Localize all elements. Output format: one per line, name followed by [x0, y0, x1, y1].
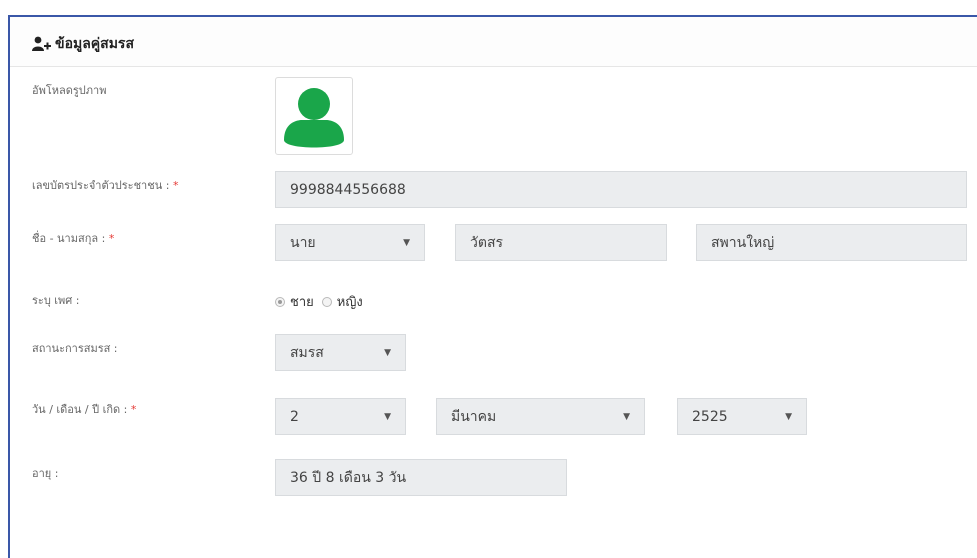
citizen-id-input[interactable]: 9998844556688: [275, 171, 967, 208]
name-label: ชื่อ - นามสกุล : *: [32, 229, 114, 247]
gender-radio-group: ชาย หญิง: [275, 291, 371, 312]
name-label-text: ชื่อ - นามสกุล :: [32, 232, 106, 245]
gender-female-label: หญิง: [336, 295, 363, 310]
required-mark: *: [108, 232, 115, 245]
citizen-id-label-text: เลขบัตรประจำตัวประชาชน :: [32, 179, 170, 192]
marital-status-value: สมรส: [290, 344, 324, 361]
panel-title: ข้อมูลคู่สมรส: [32, 33, 134, 55]
last-name-input[interactable]: สพานใหญ่: [696, 224, 967, 261]
photo-upload[interactable]: [275, 77, 353, 155]
birth-date-label-text: วัน / เดือน / ปี เกิด :: [32, 403, 128, 416]
gender-option-female[interactable]: หญิง: [321, 291, 363, 312]
radio-female[interactable]: [321, 296, 332, 307]
birth-year-select[interactable]: 2525 ▼: [677, 398, 807, 435]
last-name-value: สพานใหญ่: [711, 234, 775, 251]
photo-label: อัพโหลดรูปภาพ: [32, 84, 107, 97]
panel-title-text: ข้อมูลคู่สมรส: [55, 36, 134, 52]
caret-down-icon: ▼: [403, 237, 410, 248]
spouse-info-panel: ข้อมูลคู่สมรส อัพโหลดรูปภาพ เลขบัตรประจำ…: [8, 15, 977, 558]
first-name-input[interactable]: วัตสร: [455, 224, 667, 261]
birth-date-label: วัน / เดือน / ปี เกิด : *: [32, 400, 136, 418]
required-mark: *: [172, 179, 179, 192]
citizen-id-label: เลขบัตรประจำตัวประชาชน : *: [32, 176, 178, 194]
marital-status-select[interactable]: สมรส ▼: [275, 334, 406, 371]
caret-down-icon: ▼: [785, 411, 792, 422]
panel-header: ข้อมูลคู่สมรส: [10, 17, 977, 67]
birth-day-value: 2: [290, 408, 299, 425]
required-mark: *: [130, 403, 137, 416]
caret-down-icon: ▼: [623, 411, 630, 422]
gender-option-male[interactable]: ชาย: [275, 291, 314, 312]
radio-male[interactable]: [275, 296, 285, 307]
citizen-id-value: 9998844556688: [290, 181, 406, 198]
prefix-select[interactable]: นาย ▼: [275, 224, 425, 261]
birth-month-select[interactable]: มีนาคม ▼: [436, 398, 645, 435]
avatar-icon: [284, 88, 344, 148]
user-plus-icon: [32, 36, 52, 52]
caret-down-icon: ▼: [384, 347, 391, 358]
birth-day-select[interactable]: 2 ▼: [275, 398, 406, 435]
prefix-value: นาย: [290, 234, 316, 251]
marital-status-label: สถานะการสมรส :: [32, 342, 118, 355]
birth-month-value: มีนาคม: [451, 408, 497, 425]
first-name-value: วัตสร: [470, 234, 504, 251]
age-label: อายุ :: [32, 467, 59, 480]
birth-year-value: 2525: [692, 408, 728, 425]
caret-down-icon: ▼: [384, 411, 391, 422]
gender-label: ระบุ เพศ :: [32, 294, 80, 307]
age-value: 36 ปี 8 เดือน 3 วัน: [290, 469, 407, 486]
age-field: 36 ปี 8 เดือน 3 วัน: [275, 459, 567, 496]
gender-male-label: ชาย: [290, 295, 314, 310]
